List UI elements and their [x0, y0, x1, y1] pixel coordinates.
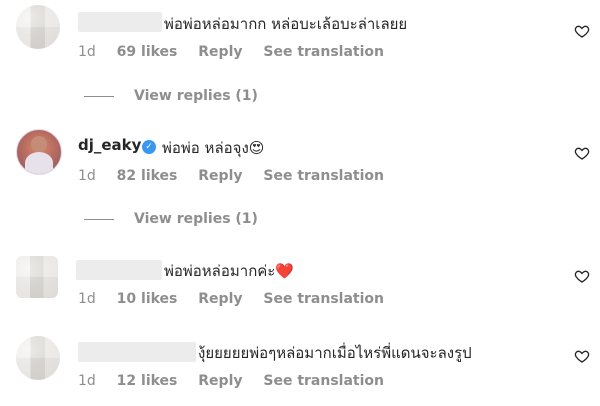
username-redacted[interactable] [78, 342, 196, 362]
comment-meta: 1d 10 likes Reply See translation [78, 291, 400, 307]
see-translation-link[interactable]: See translation [263, 44, 384, 60]
timestamp: 1d [78, 168, 96, 184]
comment-meta: 1d 82 likes Reply See translation [78, 168, 400, 184]
avatar[interactable] [16, 5, 60, 49]
view-replies-button[interactable]: View replies (1) [84, 211, 258, 227]
view-replies-button[interactable]: View replies (1) [84, 88, 258, 104]
verified-badge-icon: ✓ [142, 140, 156, 154]
timestamp: 1d [78, 373, 96, 389]
avatar[interactable] [16, 336, 60, 380]
comment-text: พ่อพ่อ หล่อจุง😍 [162, 139, 265, 157]
view-replies-label: View replies (1) [134, 88, 258, 104]
reply-button[interactable]: Reply [198, 168, 242, 184]
divider-line [84, 218, 114, 220]
comment-text: งุ้ยยยยยพ่อๆหล่อมากเมื่อไหร่พี่แดนจะลงรู… [198, 344, 472, 362]
avatar[interactable] [16, 256, 58, 298]
see-translation-link[interactable]: See translation [263, 291, 384, 307]
username-redacted[interactable] [78, 12, 162, 32]
reply-button[interactable]: Reply [198, 373, 242, 389]
reply-button[interactable]: Reply [198, 291, 242, 307]
likes-count[interactable]: 12 likes [117, 373, 178, 389]
reply-button[interactable]: Reply [198, 44, 242, 60]
comment-meta: 1d 12 likes Reply See translation [78, 373, 400, 389]
comment-text: พ่อพ่อหล่อมากค่ะ❤️ [164, 262, 295, 280]
likes-count[interactable]: 69 likes [117, 44, 178, 60]
heart-outline-icon[interactable] [574, 145, 590, 161]
view-replies-label: View replies (1) [134, 211, 258, 227]
heart-outline-icon[interactable] [574, 23, 590, 39]
avatar[interactable] [16, 129, 62, 175]
likes-count[interactable]: 82 likes [117, 168, 178, 184]
see-translation-link[interactable]: See translation [263, 373, 384, 389]
divider-line [84, 95, 114, 97]
username-redacted[interactable] [76, 260, 162, 280]
timestamp: 1d [78, 291, 96, 307]
heart-outline-icon[interactable] [574, 268, 590, 284]
see-translation-link[interactable]: See translation [263, 168, 384, 184]
likes-count[interactable]: 10 likes [117, 291, 178, 307]
timestamp: 1d [78, 44, 96, 60]
comment-meta: 1d 69 likes Reply See translation [78, 44, 400, 60]
comment-text: พ่อพ่อหล่อมากก หล่อบะเล้อบะล่าเลยย [164, 15, 408, 33]
username[interactable]: dj_eaky [78, 136, 141, 154]
heart-outline-icon[interactable] [574, 348, 590, 364]
